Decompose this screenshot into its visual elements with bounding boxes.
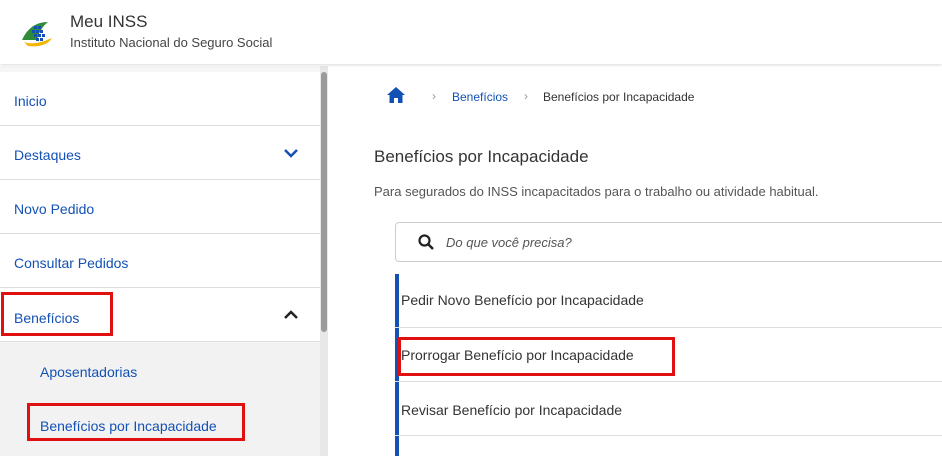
highlight-beneficios-incapacidade: [27, 403, 245, 441]
sidebar-subitem-label: Aposentadorias: [40, 364, 138, 380]
page-description: Para segurados do INSS incapacitados par…: [374, 184, 819, 199]
page-title: Benefícios por Incapacidade: [374, 147, 589, 166]
breadcrumb-chevron-icon: ›: [432, 89, 436, 103]
chevron-up-icon[interactable]: [284, 308, 298, 322]
sidebar-item-destaques[interactable]: Destaques: [0, 126, 320, 180]
service-item-label: Revisar Benefício por Incapacidade: [401, 402, 623, 418]
home-icon[interactable]: [386, 86, 406, 104]
sidebar-item-novo-pedido[interactable]: Novo Pedido: [0, 180, 320, 234]
sidebar-item-inicio[interactable]: Inicio: [0, 72, 320, 126]
breadcrumb-current: Benefícios por Incapacidade: [543, 90, 695, 104]
service-item-pedir[interactable]: Pedir Novo Benefício por Incapacidade: [395, 274, 942, 328]
highlight-prorrogar: [398, 337, 675, 376]
breadcrumb-chevron-icon: ›: [524, 89, 528, 103]
sidebar-item-consultar-pedidos[interactable]: Consultar Pedidos: [0, 234, 320, 288]
sidebar-scroll-thumb[interactable]: [321, 72, 327, 332]
chevron-down-icon[interactable]: [284, 146, 298, 160]
app-subtitle: Instituto Nacional do Seguro Social: [70, 35, 273, 50]
search-icon[interactable]: [418, 234, 434, 250]
service-item-label: Pedir Novo Benefício por Incapacidade: [401, 292, 644, 308]
sidebar-item-label: Destaques: [14, 147, 81, 163]
sidebar-item-label: Novo Pedido: [14, 201, 95, 217]
highlight-beneficios: [1, 292, 113, 336]
inss-logo-icon[interactable]: [20, 18, 54, 48]
search-input[interactable]: [446, 231, 926, 253]
app-header: Meu INSS Instituto Nacional do Seguro So…: [0, 0, 942, 64]
breadcrumb-link[interactable]: Benefícios: [452, 90, 508, 104]
service-item-revisar[interactable]: Revisar Benefício por Incapacidade: [395, 382, 942, 436]
sidebar-item-label: Consultar Pedidos: [14, 255, 129, 271]
sidebar-subitem-aposentadorias[interactable]: Aposentadorias: [0, 343, 320, 397]
app-title: Meu INSS: [70, 12, 148, 31]
sidebar-item-label: Inicio: [14, 93, 47, 109]
